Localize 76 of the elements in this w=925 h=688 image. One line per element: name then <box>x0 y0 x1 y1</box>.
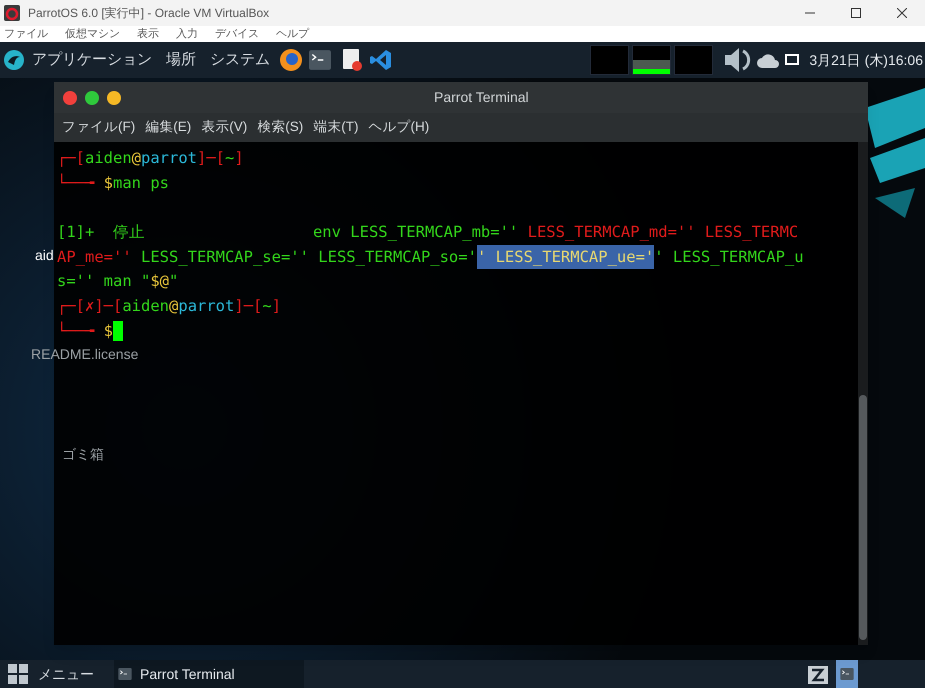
close-icon <box>897 8 907 18</box>
window-title: ParrotOS 6.0 [実行中] - Oracle VM VirtualBox <box>28 5 270 22</box>
terminal-text: AP_me='' <box>57 246 132 268</box>
terminal-text: @ <box>169 296 178 318</box>
scrollbar-thumb[interactable] <box>859 395 867 640</box>
terminal-text: ~ <box>262 296 272 318</box>
menu-item[interactable]: デバイス <box>215 28 259 40</box>
panel-menu[interactable]: 場所 <box>166 48 196 72</box>
terminal-text: LESS_TERMCAP_se='' LESS_TERMCAP_so=' <box>140 246 477 268</box>
maximize-button[interactable] <box>85 90 99 104</box>
terminal-text: └──╼ <box>57 320 96 342</box>
clock[interactable]: 3月21日 (木)16:06 <box>809 50 923 70</box>
parrot-logo-icon[interactable] <box>4 50 24 70</box>
desktop-icon-label[interactable]: README.license <box>31 347 138 361</box>
firefox-icon[interactable] <box>280 49 302 71</box>
panel-menu[interactable]: システム <box>210 48 270 72</box>
menu-item[interactable]: 検索(S) <box>257 117 304 138</box>
menu-item[interactable]: 表示(V) <box>201 117 248 138</box>
terminal-text: aiden <box>85 148 132 169</box>
taskbar-button[interactable]: Parrot Terminal <box>114 660 304 688</box>
terminal-text: $@ <box>150 271 169 292</box>
terminal-text: @ <box>132 148 142 169</box>
menu-item[interactable]: ヘルプ <box>276 28 309 40</box>
terminal-icon[interactable] <box>309 50 331 70</box>
terminal-text: man ps <box>113 172 170 194</box>
menu-item[interactable]: 編集(E) <box>145 117 192 138</box>
terminal-text: $ <box>104 320 114 342</box>
terminal-text: parrot <box>141 148 198 169</box>
screen-icon[interactable] <box>785 54 800 66</box>
terminal-text: ┌─[ <box>57 296 85 318</box>
terminal-text: $ <box>104 172 114 194</box>
text-editor-icon[interactable] <box>343 49 363 71</box>
terminal-icon[interactable] <box>118 668 132 680</box>
terminal-text: ' LESS_TERMCAP_u <box>654 246 804 268</box>
menu-item[interactable]: 表示 <box>137 28 159 40</box>
cloud-icon[interactable] <box>757 52 780 68</box>
desktop-icon-label[interactable]: aid <box>35 248 54 262</box>
terminal-text: aiden <box>122 296 170 318</box>
cursor <box>113 321 124 342</box>
code-editor-icon[interactable] <box>370 49 392 71</box>
terminal-text: ~ <box>225 148 234 169</box>
terminal-text: ]─[ <box>234 296 262 318</box>
menu-item[interactable]: 入力 <box>176 28 198 40</box>
grid-menu-icon[interactable] <box>8 664 28 684</box>
terminal-text: " <box>169 271 178 292</box>
terminal-icon[interactable] <box>840 668 854 680</box>
workspace-button[interactable] <box>836 660 858 688</box>
menu-item[interactable]: 端末(T) <box>313 117 358 138</box>
terminal-text: ┌─[ <box>57 148 85 169</box>
menu-item[interactable]: ファイル(F) <box>62 117 136 138</box>
menu-label[interactable]: メニュー <box>38 664 94 684</box>
terminal-text: s='' man " <box>57 271 150 292</box>
terminal-title: Parrot Terminal <box>434 88 529 107</box>
maximize-icon <box>851 8 861 18</box>
menu-item[interactable]: ファイル <box>4 28 48 40</box>
terminal-text: parrot <box>178 296 234 318</box>
terminal-text: ]─[ <box>94 296 122 318</box>
terminal-text: [1]+ 停止 env LESS_TERMCAP_mb='' <box>57 222 520 244</box>
desktop-icon-label[interactable]: ゴミ箱 <box>62 447 104 461</box>
terminal-text: LESS_TERMCAP_md='' LESS_TERMC <box>528 222 798 244</box>
memory-monitor-graph <box>632 45 672 75</box>
app-logo-icon <box>4 5 20 21</box>
cpu-monitor-graph <box>590 45 630 75</box>
panel-menu[interactable]: アプリケーション <box>32 48 152 72</box>
terminal-text: ] <box>272 296 282 318</box>
menu-item[interactable]: ヘルプ(H) <box>368 117 430 138</box>
selected-text: ' LESS_TERMCAP_ue=' <box>476 244 654 270</box>
terminal-text: ] <box>234 148 244 169</box>
minimize-button[interactable] <box>107 90 121 104</box>
terminal-text: ✗ <box>85 296 94 318</box>
terminal-text: └──╼ <box>57 172 96 194</box>
close-button[interactable] <box>63 90 77 104</box>
menu-item[interactable]: 仮想マシン <box>65 28 120 40</box>
sleep-icon[interactable] <box>808 664 828 684</box>
network-monitor-graph <box>674 45 714 75</box>
terminal-text: ]─[ <box>197 148 226 169</box>
